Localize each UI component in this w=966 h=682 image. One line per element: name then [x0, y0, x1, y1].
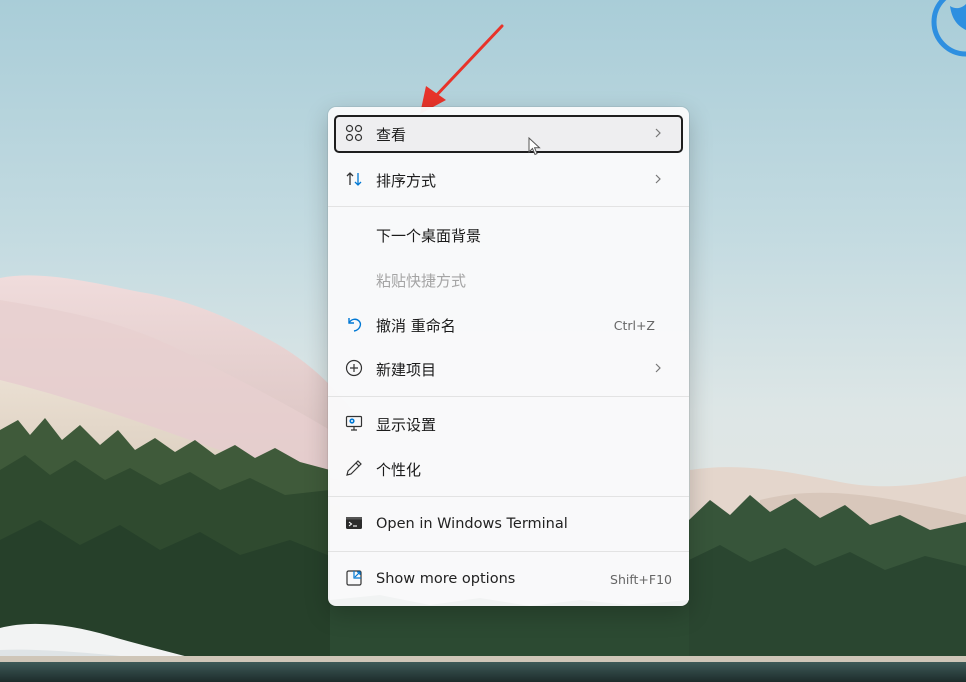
app-logo-icon	[931, 0, 966, 57]
plus-circle-icon	[345, 359, 363, 377]
undo-icon	[345, 315, 363, 333]
chevron-right-icon	[651, 361, 665, 375]
menu-item-label: 撤消 重命名	[376, 316, 456, 335]
menu-item-undo-rename[interactable]: 撤消 重命名 Ctrl+Z	[334, 306, 683, 344]
menu-item-label: Show more options	[376, 571, 516, 587]
menu-item-label: 查看	[376, 125, 407, 144]
menu-item-show-more-options[interactable]: Show more options Shift+F10	[334, 560, 683, 598]
menu-item-label: 下一个桌面背景	[376, 226, 482, 245]
menu-item-label: 新建项目	[376, 360, 437, 379]
desktop-context-menu: 查看 排序方式 下一个桌面背景 粘贴快捷方式 撤消 重命名 Ctrl+Z 新建项…	[328, 107, 689, 606]
red-arrow-icon	[420, 24, 504, 114]
menu-item-label: 显示设置	[376, 415, 437, 434]
desktop-app-icon[interactable]	[928, 0, 966, 70]
menu-item-view[interactable]: 查看	[334, 115, 683, 153]
chevron-right-icon	[651, 172, 665, 186]
menu-item-personalize[interactable]: 个性化	[334, 450, 683, 488]
shortcut-hint: Ctrl+Z	[613, 317, 655, 333]
expand-icon	[345, 569, 363, 587]
menu-separator	[328, 206, 689, 207]
menu-item-display-settings[interactable]: 显示设置	[334, 405, 683, 443]
menu-separator	[328, 551, 689, 552]
menu-item-label: 粘贴快捷方式	[376, 271, 467, 290]
menu-separator	[328, 496, 689, 497]
menu-separator	[328, 396, 689, 397]
menu-item-label: 个性化	[376, 460, 422, 479]
menu-item-label: Open in Windows Terminal	[376, 516, 568, 532]
grid-four-icon	[345, 124, 363, 142]
menu-item-sort[interactable]: 排序方式	[334, 161, 683, 199]
pen-icon	[345, 459, 363, 477]
menu-item-paste-shortcut: 粘贴快捷方式	[334, 261, 683, 299]
menu-item-open-terminal[interactable]: Open in Windows Terminal	[334, 505, 683, 543]
sort-arrows-icon	[345, 170, 363, 188]
menu-item-next-background[interactable]: 下一个桌面背景	[334, 216, 683, 254]
cursor-arrow-icon	[528, 136, 541, 156]
menu-item-new[interactable]: 新建项目	[334, 350, 683, 388]
shortcut-hint: Shift+F10	[610, 571, 672, 587]
terminal-icon	[345, 514, 363, 532]
chevron-right-icon	[651, 126, 665, 140]
mouse-cursor	[528, 136, 542, 161]
monitor-settings-icon	[345, 414, 363, 432]
menu-item-label: 排序方式	[376, 171, 437, 190]
